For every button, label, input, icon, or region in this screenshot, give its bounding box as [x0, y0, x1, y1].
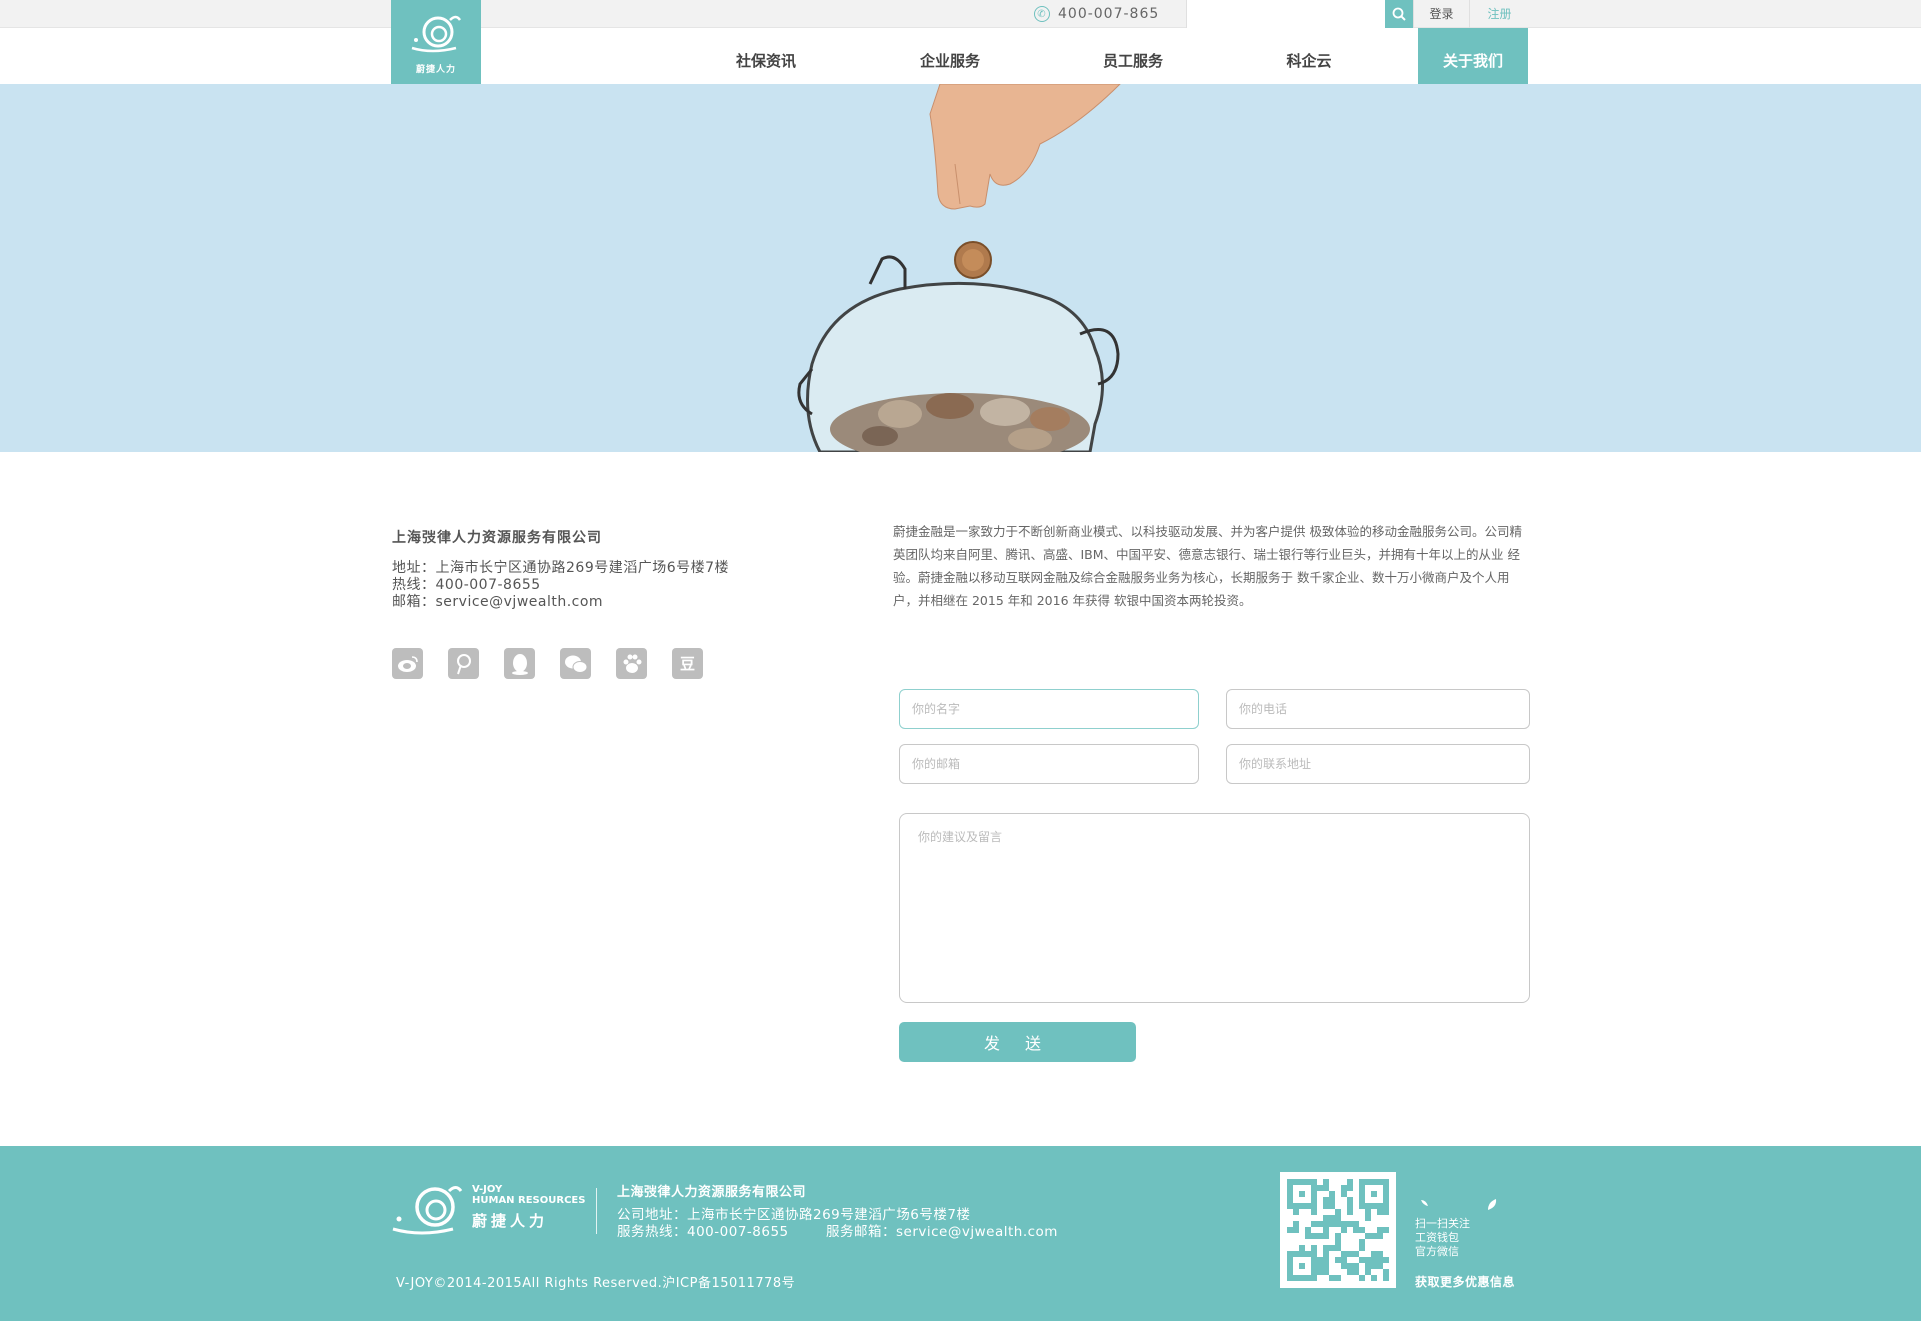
- piggy-bank-image: [797, 84, 1121, 452]
- address-field[interactable]: [1226, 744, 1530, 784]
- nav-item-enterprise-service[interactable]: 企业服务: [880, 28, 1020, 84]
- qr-code: [1280, 1172, 1396, 1288]
- qr-caption-line: 官方微信: [1415, 1245, 1459, 1258]
- qq-icon[interactable]: [504, 648, 535, 679]
- footer-brand-title: V-JOY: [472, 1184, 503, 1195]
- footer-brand-en: V-JOY HUMAN RESOURCES: [472, 1184, 585, 1206]
- send-button[interactable]: 发 送: [899, 1022, 1136, 1062]
- nav-item-employee-service[interactable]: 员工服务: [1063, 28, 1203, 84]
- hero-banner: [0, 84, 1921, 452]
- contact-address: 地址：上海市长宁区通协路269号建滔广场6号楼7楼: [392, 560, 730, 576]
- footer-brand-sub: HUMAN RESOURCES: [472, 1195, 586, 1206]
- footer-logo-icon: [392, 1186, 463, 1235]
- wechat-icon[interactable]: [560, 648, 591, 679]
- weibo-icon[interactable]: [392, 648, 423, 679]
- company-name: 上海弢律人力资源服务有限公司: [392, 530, 602, 546]
- footer-divider: [596, 1188, 597, 1234]
- site-logo[interactable]: 蔚捷人力: [391, 0, 481, 84]
- tencent-weibo-icon[interactable]: [448, 648, 479, 679]
- footer: V-JOY HUMAN RESOURCES 蔚捷人力 上海弢律人力资源服务有限公…: [0, 1146, 1921, 1321]
- qr-caption-line: 工资钱包: [1415, 1231, 1459, 1244]
- qr-caption-line: 扫一扫关注: [1415, 1217, 1470, 1230]
- top-hotline: ✆ 400-007-865: [1034, 4, 1159, 24]
- contact-email: 邮箱：service@vjwealth.com: [392, 594, 604, 610]
- search-button[interactable]: [1385, 0, 1413, 28]
- footer-company: 上海弢律人力资源服务有限公司: [617, 1185, 807, 1200]
- nav-item-social-security[interactable]: 社保资讯: [696, 28, 836, 84]
- footer-hotline: 服务热线：400-007-8655: [617, 1224, 789, 1240]
- leaf-icon: [1421, 1200, 1428, 1206]
- login-link[interactable]: 登录: [1413, 0, 1469, 28]
- baidu-icon[interactable]: [616, 648, 647, 679]
- leaf-icon: [1488, 1199, 1497, 1210]
- footer-email: 服务邮箱：service@vjwealth.com: [826, 1224, 1058, 1240]
- logo-text: 蔚捷人力: [415, 65, 456, 75]
- footer-brand-cn: 蔚捷人力: [472, 1212, 549, 1230]
- search-icon: [1392, 7, 1406, 21]
- name-field[interactable]: [899, 689, 1199, 729]
- phone-icon: ✆: [1034, 6, 1050, 22]
- search-input[interactable]: [1187, 0, 1385, 28]
- register-link[interactable]: 注册: [1469, 0, 1529, 28]
- main-nav: 社保资讯 企业服务 员工服务 科企云 关于我们: [0, 28, 1921, 84]
- phone-field[interactable]: [1226, 689, 1530, 729]
- contact-hotline: 热线：400-007-8655: [392, 577, 541, 593]
- hotline-number: 400-007-865: [1058, 6, 1160, 22]
- qr-more-offers[interactable]: 获取更多优惠信息: [1415, 1273, 1515, 1290]
- message-textarea[interactable]: [899, 813, 1530, 1003]
- logo-mark-icon: [411, 15, 462, 53]
- nav-item-about-us[interactable]: 关于我们: [1418, 28, 1528, 84]
- nav-item-cloud[interactable]: 科企云: [1239, 28, 1379, 84]
- social-links: 豆: [392, 648, 703, 679]
- top-bar: ✆ 400-007-865 登录 注册: [0, 0, 1921, 28]
- about-description: 蔚捷金融是一家致力于不断创新商业模式、以科技驱动发展、并为客户提供 极致体验的移…: [893, 524, 1522, 608]
- email-field[interactable]: [899, 744, 1199, 784]
- qr-code-image: [1287, 1179, 1389, 1281]
- contact-info: 地址：上海市长宁区通协路269号建滔广场6号楼7楼 热线：400-007-865…: [392, 560, 729, 611]
- footer-copyright: V-JOY©2014-2015All Rights Reserved.沪ICP备…: [396, 1276, 796, 1291]
- douban-icon[interactable]: 豆: [672, 648, 703, 679]
- qr-caption: 扫一扫关注 工资钱包 官方微信: [1415, 1217, 1470, 1259]
